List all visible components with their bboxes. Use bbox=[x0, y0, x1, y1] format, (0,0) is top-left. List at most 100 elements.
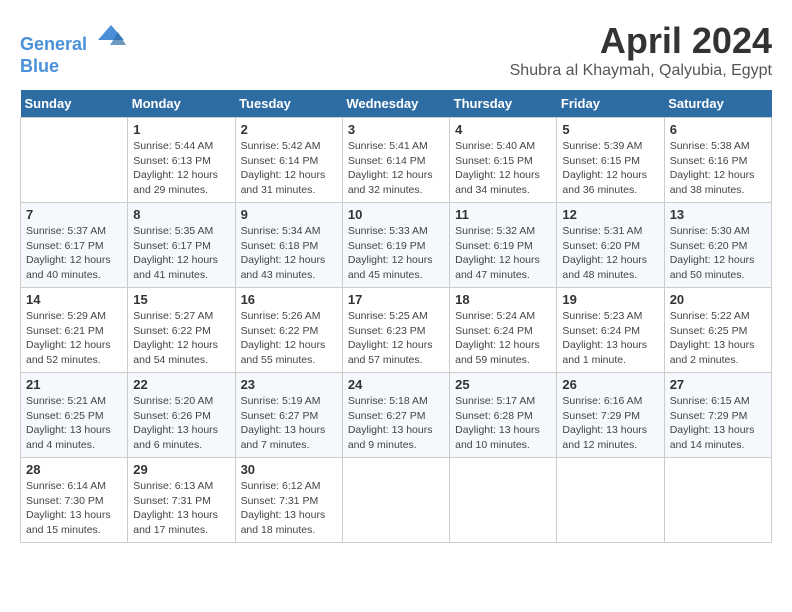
header-day-sunday: Sunday bbox=[21, 90, 128, 118]
day-number: 29 bbox=[133, 462, 229, 477]
calendar-cell: 14Sunrise: 5:29 AM Sunset: 6:21 PM Dayli… bbox=[21, 288, 128, 373]
day-number: 13 bbox=[670, 207, 766, 222]
calendar-cell: 3Sunrise: 5:41 AM Sunset: 6:14 PM Daylig… bbox=[342, 118, 449, 203]
day-number: 21 bbox=[26, 377, 122, 392]
day-number: 16 bbox=[241, 292, 337, 307]
day-detail: Sunrise: 6:14 AM Sunset: 7:30 PM Dayligh… bbox=[26, 479, 122, 538]
calendar-cell: 22 Sunrise: 5:20 AM Sunset: 6:26 PM Dayli… bbox=[128, 373, 235, 458]
header-day-friday: Friday bbox=[557, 90, 664, 118]
day-detail: Sunrise: 5:30 AM Sunset: 6:20 PM Dayligh… bbox=[670, 224, 766, 283]
day-detail: Sunrise: 5:24 AM Sunset: 6:24 PM Dayligh… bbox=[455, 309, 551, 368]
calendar-table: SundayMondayTuesdayWednesdayThursdayFrid… bbox=[20, 90, 772, 543]
calendar-cell: 15 Sunrise: 5:27 AM Sunset: 6:22 PM Dayli… bbox=[128, 288, 235, 373]
day-detail: Sunrise: 5:33 AM Sunset: 6:19 PM Dayligh… bbox=[348, 224, 444, 283]
day-number: 20 bbox=[670, 292, 766, 307]
day-detail: Sunrise: 5:25 AM Sunset: 6:23 PM Dayligh… bbox=[348, 309, 444, 368]
logo: General Blue bbox=[20, 20, 126, 77]
day-detail: Sunrise: 5:18 AM Sunset: 6:27 PM Dayligh… bbox=[348, 394, 444, 453]
calendar-cell bbox=[450, 458, 557, 543]
day-detail: Sunrise: 5:35 AM Sunset: 6:17 PM Dayligh… bbox=[133, 224, 229, 283]
calendar-cell: 5 Sunrise: 5:39 AM Sunset: 6:15 PM Daylig… bbox=[557, 118, 664, 203]
calendar-cell: 4Sunrise: 5:40 AM Sunset: 6:15 PM Daylig… bbox=[450, 118, 557, 203]
calendar-cell bbox=[557, 458, 664, 543]
day-detail: Sunrise: 5:20 AM Sunset: 6:26 PM Dayligh… bbox=[133, 394, 229, 453]
day-detail: Sunrise: 5:27 AM Sunset: 6:22 PM Dayligh… bbox=[133, 309, 229, 368]
header-day-wednesday: Wednesday bbox=[342, 90, 449, 118]
day-detail: Sunrise: 5:23 AM Sunset: 6:24 PM Dayligh… bbox=[562, 309, 658, 368]
calendar-week-4: 21Sunrise: 5:21 AM Sunset: 6:25 PM Dayli… bbox=[21, 373, 772, 458]
day-detail: Sunrise: 6:16 AM Sunset: 7:29 PM Dayligh… bbox=[562, 394, 658, 453]
day-number: 28 bbox=[26, 462, 122, 477]
calendar-cell bbox=[342, 458, 449, 543]
calendar-header-row: SundayMondayTuesdayWednesdayThursdayFrid… bbox=[21, 90, 772, 118]
day-detail: Sunrise: 5:44 AM Sunset: 6:13 PM Dayligh… bbox=[133, 139, 229, 198]
day-detail: Sunrise: 5:22 AM Sunset: 6:25 PM Dayligh… bbox=[670, 309, 766, 368]
calendar-cell: 10Sunrise: 5:33 AM Sunset: 6:19 PM Dayli… bbox=[342, 203, 449, 288]
day-number: 18 bbox=[455, 292, 551, 307]
title-area: April 2024 Shubra al Khaymah, Qalyubia, … bbox=[510, 20, 772, 80]
day-detail: Sunrise: 5:38 AM Sunset: 6:16 PM Dayligh… bbox=[670, 139, 766, 198]
calendar-cell: 25Sunrise: 5:17 AM Sunset: 6:28 PM Dayli… bbox=[450, 373, 557, 458]
month-title: April 2024 bbox=[510, 20, 772, 62]
day-number: 22 bbox=[133, 377, 229, 392]
logo-line2: Blue bbox=[20, 56, 59, 76]
day-detail: Sunrise: 5:41 AM Sunset: 6:14 PM Dayligh… bbox=[348, 139, 444, 198]
calendar-week-5: 28 Sunrise: 6:14 AM Sunset: 7:30 PM Dayli… bbox=[21, 458, 772, 543]
day-detail: Sunrise: 5:31 AM Sunset: 6:20 PM Dayligh… bbox=[562, 224, 658, 283]
header-day-monday: Monday bbox=[128, 90, 235, 118]
day-detail: Sunrise: 5:37 AM Sunset: 6:17 PM Dayligh… bbox=[26, 224, 122, 283]
day-detail: Sunrise: 6:13 AM Sunset: 7:31 PM Dayligh… bbox=[133, 479, 229, 538]
calendar-cell: 11Sunrise: 5:32 AM Sunset: 6:19 PM Dayli… bbox=[450, 203, 557, 288]
day-number: 24 bbox=[348, 377, 444, 392]
page-header: General Blue April 2024 Shubra al Khayma… bbox=[20, 20, 772, 80]
day-number: 12 bbox=[562, 207, 658, 222]
calendar-cell: 16 Sunrise: 5:26 AM Sunset: 6:22 PM Dayli… bbox=[235, 288, 342, 373]
day-number: 19 bbox=[562, 292, 658, 307]
day-number: 4 bbox=[455, 122, 551, 137]
header-day-tuesday: Tuesday bbox=[235, 90, 342, 118]
day-number: 9 bbox=[241, 207, 337, 222]
calendar-cell: 19 Sunrise: 5:23 AM Sunset: 6:24 PM Dayli… bbox=[557, 288, 664, 373]
calendar-cell: 20 Sunrise: 5:22 AM Sunset: 6:25 PM Dayli… bbox=[664, 288, 771, 373]
calendar-week-3: 14Sunrise: 5:29 AM Sunset: 6:21 PM Dayli… bbox=[21, 288, 772, 373]
day-detail: Sunrise: 5:17 AM Sunset: 6:28 PM Dayligh… bbox=[455, 394, 551, 453]
day-number: 27 bbox=[670, 377, 766, 392]
day-detail: Sunrise: 6:12 AM Sunset: 7:31 PM Dayligh… bbox=[241, 479, 337, 538]
day-detail: Sunrise: 5:26 AM Sunset: 6:22 PM Dayligh… bbox=[241, 309, 337, 368]
calendar-cell: 1Sunrise: 5:44 AM Sunset: 6:13 PM Daylig… bbox=[128, 118, 235, 203]
day-detail: Sunrise: 5:19 AM Sunset: 6:27 PM Dayligh… bbox=[241, 394, 337, 453]
calendar-cell: 7 Sunrise: 5:37 AM Sunset: 6:17 PM Daylig… bbox=[21, 203, 128, 288]
day-number: 5 bbox=[562, 122, 658, 137]
calendar-cell: 29 Sunrise: 6:13 AM Sunset: 7:31 PM Dayli… bbox=[128, 458, 235, 543]
calendar-cell: 2Sunrise: 5:42 AM Sunset: 6:14 PM Daylig… bbox=[235, 118, 342, 203]
calendar-cell: 8 Sunrise: 5:35 AM Sunset: 6:17 PM Daylig… bbox=[128, 203, 235, 288]
day-number: 30 bbox=[241, 462, 337, 477]
calendar-cell: 26 Sunrise: 6:16 AM Sunset: 7:29 PM Dayli… bbox=[557, 373, 664, 458]
day-number: 7 bbox=[26, 207, 122, 222]
calendar-cell: 30 Sunrise: 6:12 AM Sunset: 7:31 PM Dayli… bbox=[235, 458, 342, 543]
day-number: 14 bbox=[26, 292, 122, 307]
calendar-cell: 17Sunrise: 5:25 AM Sunset: 6:23 PM Dayli… bbox=[342, 288, 449, 373]
day-detail: Sunrise: 5:32 AM Sunset: 6:19 PM Dayligh… bbox=[455, 224, 551, 283]
day-detail: Sunrise: 5:39 AM Sunset: 6:15 PM Dayligh… bbox=[562, 139, 658, 198]
logo-line2-text: Blue bbox=[20, 56, 126, 78]
calendar-week-2: 7 Sunrise: 5:37 AM Sunset: 6:17 PM Daylig… bbox=[21, 203, 772, 288]
calendar-cell: 21Sunrise: 5:21 AM Sunset: 6:25 PM Dayli… bbox=[21, 373, 128, 458]
calendar-cell: 28 Sunrise: 6:14 AM Sunset: 7:30 PM Dayli… bbox=[21, 458, 128, 543]
day-number: 15 bbox=[133, 292, 229, 307]
logo-icon bbox=[96, 20, 126, 50]
day-number: 26 bbox=[562, 377, 658, 392]
day-detail: Sunrise: 5:34 AM Sunset: 6:18 PM Dayligh… bbox=[241, 224, 337, 283]
day-detail: Sunrise: 5:42 AM Sunset: 6:14 PM Dayligh… bbox=[241, 139, 337, 198]
logo-line1: General bbox=[20, 34, 87, 54]
calendar-week-1: 1Sunrise: 5:44 AM Sunset: 6:13 PM Daylig… bbox=[21, 118, 772, 203]
day-number: 8 bbox=[133, 207, 229, 222]
calendar-cell: 9 Sunrise: 5:34 AM Sunset: 6:18 PM Daylig… bbox=[235, 203, 342, 288]
header-day-saturday: Saturday bbox=[664, 90, 771, 118]
day-number: 23 bbox=[241, 377, 337, 392]
calendar-cell bbox=[21, 118, 128, 203]
day-number: 6 bbox=[670, 122, 766, 137]
header-day-thursday: Thursday bbox=[450, 90, 557, 118]
calendar-cell: 6 Sunrise: 5:38 AM Sunset: 6:16 PM Daylig… bbox=[664, 118, 771, 203]
calendar-cell bbox=[664, 458, 771, 543]
